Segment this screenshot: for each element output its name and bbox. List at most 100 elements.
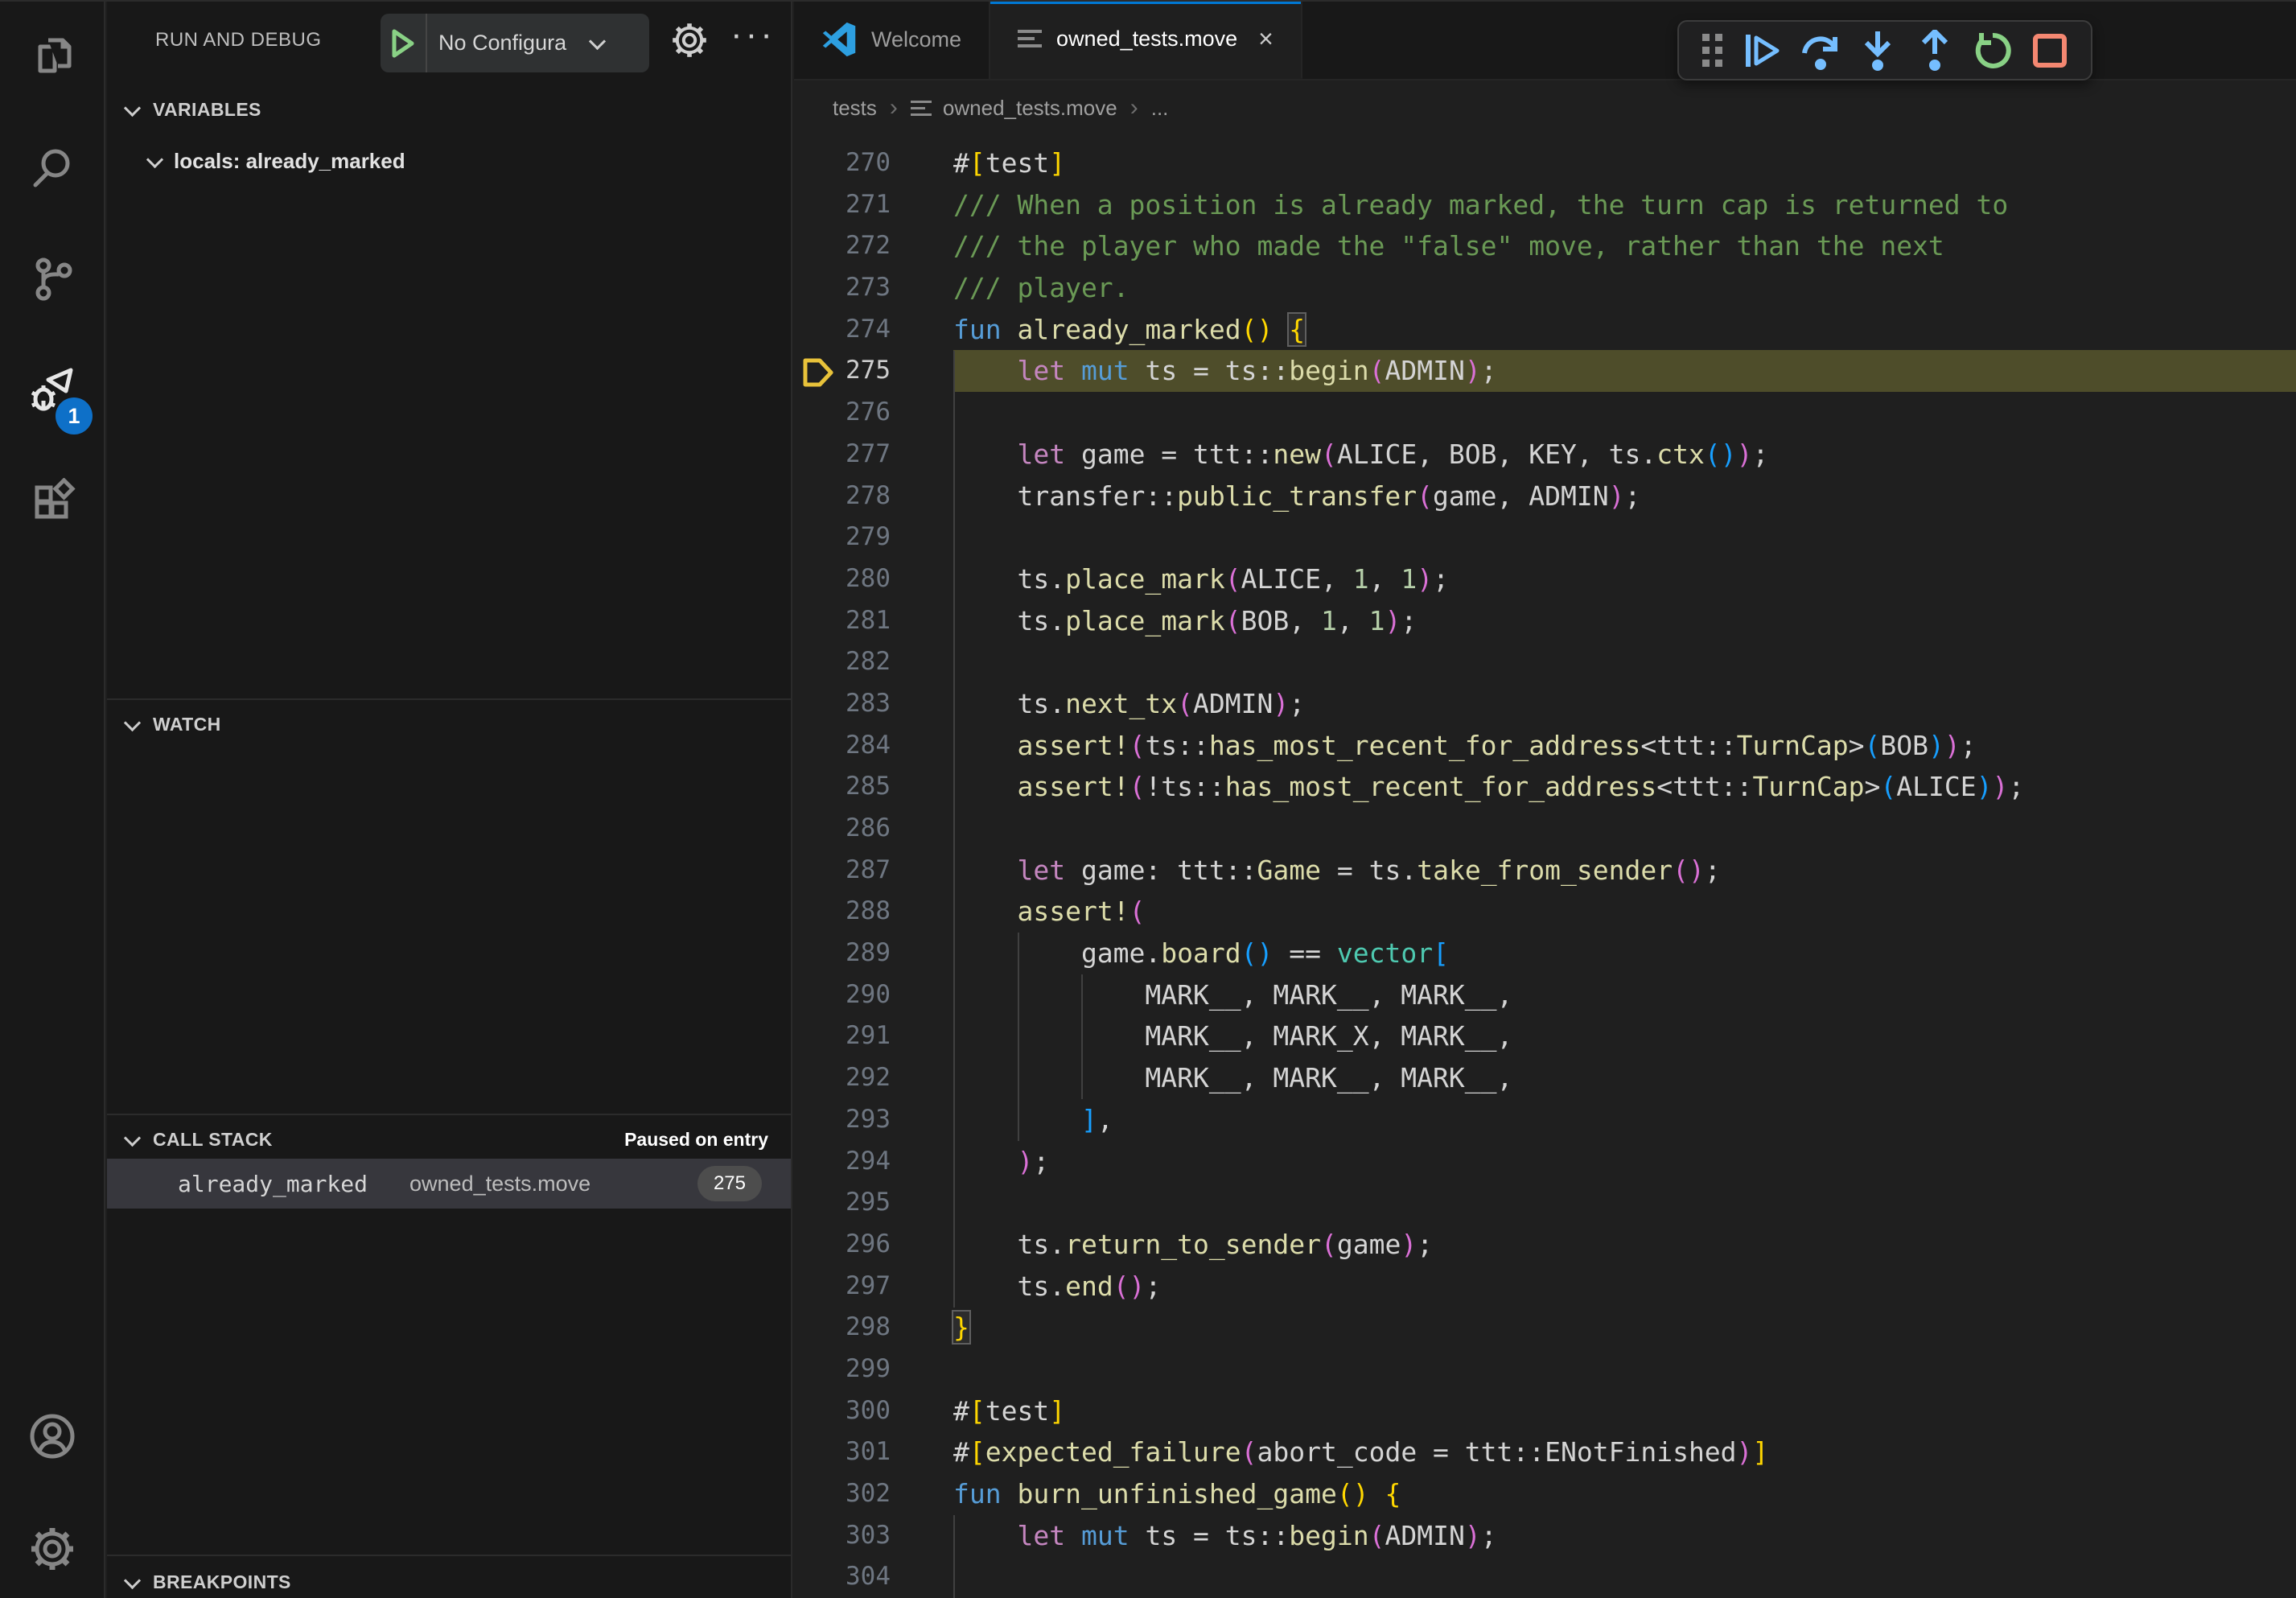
code-line-296[interactable]: ts.return_to_sender(game); [953, 1224, 2296, 1266]
line-number[interactable]: 283 [794, 683, 891, 725]
breakpoints-section-header[interactable]: BREAKPOINTS [107, 1559, 791, 1598]
line-number[interactable]: 271 [794, 184, 891, 226]
code-line-283[interactable]: ts.next_tx(ADMIN); [953, 683, 2296, 725]
line-number[interactable]: 286 [794, 808, 891, 850]
line-number[interactable]: 280 [794, 558, 891, 600]
code-line-274[interactable]: fun already_marked() { [953, 309, 2296, 351]
sidebar-item-extensions[interactable] [0, 459, 104, 547]
code-line-294[interactable]: ); [953, 1141, 2296, 1183]
step-into-button[interactable] [1854, 27, 1901, 75]
line-number[interactable]: 291 [794, 1015, 891, 1057]
close-icon[interactable]: × [1258, 24, 1273, 54]
line-number[interactable]: 287 [794, 850, 891, 892]
manage-button[interactable] [0, 1506, 104, 1595]
line-number[interactable]: 289 [794, 933, 891, 974]
line-number[interactable]: 292 [794, 1057, 891, 1099]
line-number[interactable]: 270 [794, 142, 891, 184]
code-line-303[interactable]: let mut ts = ts::begin(ADMIN); [953, 1515, 2296, 1557]
debug-config-picker[interactable]: No Configura [381, 14, 649, 72]
step-over-button[interactable] [1797, 27, 1844, 75]
line-number[interactable]: 274 [794, 309, 891, 351]
line-number[interactable]: 299 [794, 1349, 891, 1390]
continue-button[interactable] [1739, 27, 1786, 75]
variables-section-header[interactable]: VARIABLES [107, 87, 791, 132]
call-stack-section-header[interactable]: CALL STACK Paused on entry [107, 1117, 791, 1162]
step-out-button[interactable] [1911, 27, 1958, 75]
code-line-288[interactable]: assert!( [953, 891, 2296, 933]
accounts-button[interactable] [0, 1394, 104, 1482]
code-line-292[interactable]: MARK__, MARK__, MARK__, [953, 1057, 2296, 1099]
sidebar-item-explorer[interactable] [0, 14, 104, 103]
breadcrumb-item-tests[interactable]: tests [833, 96, 877, 121]
code-line-282[interactable] [953, 641, 2296, 683]
line-number[interactable]: 279 [794, 517, 891, 558]
code-line-273[interactable]: /// player. [953, 267, 2296, 309]
code-line-280[interactable]: ts.place_mark(ALICE, 1, 1); [953, 558, 2296, 600]
code-line-276[interactable] [953, 392, 2296, 434]
line-number[interactable]: 276 [794, 392, 891, 434]
line-number[interactable]: 303 [794, 1515, 891, 1557]
code-line-297[interactable]: ts.end(); [953, 1266, 2296, 1308]
tab-welcome[interactable]: Welcome [794, 0, 990, 79]
code-editor[interactable]: 2702712722732742752762772782792802812822… [794, 134, 2296, 1598]
more-actions-button[interactable]: ··· [730, 14, 776, 55]
line-number[interactable]: 302 [794, 1473, 891, 1515]
line-number[interactable]: 293 [794, 1099, 891, 1141]
code-line-304[interactable] [953, 1556, 2296, 1598]
code-lines[interactable]: #[test]/// When a position is already ma… [953, 142, 2296, 1598]
line-number[interactable]: 296 [794, 1224, 891, 1266]
debug-settings-gear-button[interactable] [670, 21, 709, 64]
line-number[interactable]: 294 [794, 1141, 891, 1183]
line-number[interactable]: 273 [794, 267, 891, 309]
line-number[interactable]: 272 [794, 225, 891, 267]
code-line-295[interactable] [953, 1182, 2296, 1224]
line-number[interactable]: 282 [794, 641, 891, 683]
sidebar-item-run-and-debug[interactable]: 1 [0, 348, 104, 436]
stop-button[interactable] [2026, 27, 2073, 75]
sidebar-item-source-control[interactable] [0, 237, 104, 325]
code-line-290[interactable]: MARK__, MARK__, MARK__, [953, 974, 2296, 1016]
line-number[interactable]: 300 [794, 1390, 891, 1432]
line-number[interactable]: 295 [794, 1182, 891, 1224]
code-line-284[interactable]: assert!(ts::has_most_recent_for_address<… [953, 725, 2296, 767]
line-number[interactable]: 290 [794, 974, 891, 1016]
code-line-299[interactable] [953, 1349, 2296, 1390]
code-line-287[interactable]: let game: ttt::Game = ts.take_from_sende… [953, 850, 2296, 892]
code-line-271[interactable]: /// When a position is already marked, t… [953, 184, 2296, 226]
code-line-285[interactable]: assert!(!ts::has_most_recent_for_address… [953, 766, 2296, 808]
code-line-302[interactable]: fun burn_unfinished_game() { [953, 1473, 2296, 1515]
sidebar-item-search[interactable] [0, 126, 104, 214]
watch-section-header[interactable]: WATCH [107, 702, 791, 747]
code-line-275[interactable]: let mut ts = ts::begin(ADMIN); [953, 350, 2296, 392]
line-number[interactable]: 285 [794, 766, 891, 808]
code-line-281[interactable]: ts.place_mark(BOB, 1, 1); [953, 600, 2296, 642]
toolbar-drag-handle[interactable] [1697, 27, 1729, 75]
line-number[interactable]: 288 [794, 891, 891, 933]
code-line-270[interactable]: #[test] [953, 142, 2296, 184]
line-number[interactable]: 297 [794, 1266, 891, 1308]
code-line-298[interactable]: } [953, 1307, 2296, 1349]
code-line-286[interactable] [953, 808, 2296, 850]
breadcrumb-item-file[interactable]: owned_tests.move [943, 96, 1117, 121]
line-number[interactable]: 301 [794, 1431, 891, 1473]
line-number[interactable]: 284 [794, 725, 891, 767]
variables-scope-row[interactable]: locals: already_marked [107, 138, 791, 183]
breadcrumb[interactable]: tests › owned_tests.move › ... [794, 82, 2296, 134]
line-number[interactable]: 304 [794, 1556, 891, 1598]
code-line-289[interactable]: game.board() == vector[ [953, 933, 2296, 974]
code-line-300[interactable]: #[test] [953, 1390, 2296, 1432]
call-stack-frame-row[interactable]: already_marked owned_tests.move 275 [107, 1159, 791, 1209]
code-line-278[interactable]: transfer::public_transfer(game, ADMIN); [953, 476, 2296, 517]
code-line-293[interactable]: ], [953, 1099, 2296, 1141]
code-line-277[interactable]: let game = ttt::new(ALICE, BOB, KEY, ts.… [953, 434, 2296, 476]
start-debug-button[interactable] [381, 14, 427, 72]
line-number[interactable]: 277 [794, 434, 891, 476]
line-number[interactable]: 278 [794, 476, 891, 517]
code-line-279[interactable] [953, 517, 2296, 558]
code-line-301[interactable]: #[expected_failure(abort_code = ttt::ENo… [953, 1431, 2296, 1473]
tab-owned-tests-move[interactable]: owned_tests.move × [990, 0, 1302, 79]
restart-button[interactable] [1969, 27, 2016, 75]
code-line-291[interactable]: MARK__, MARK_X, MARK__, [953, 1015, 2296, 1057]
line-number[interactable]: 298 [794, 1307, 891, 1349]
line-number[interactable]: 281 [794, 600, 891, 642]
